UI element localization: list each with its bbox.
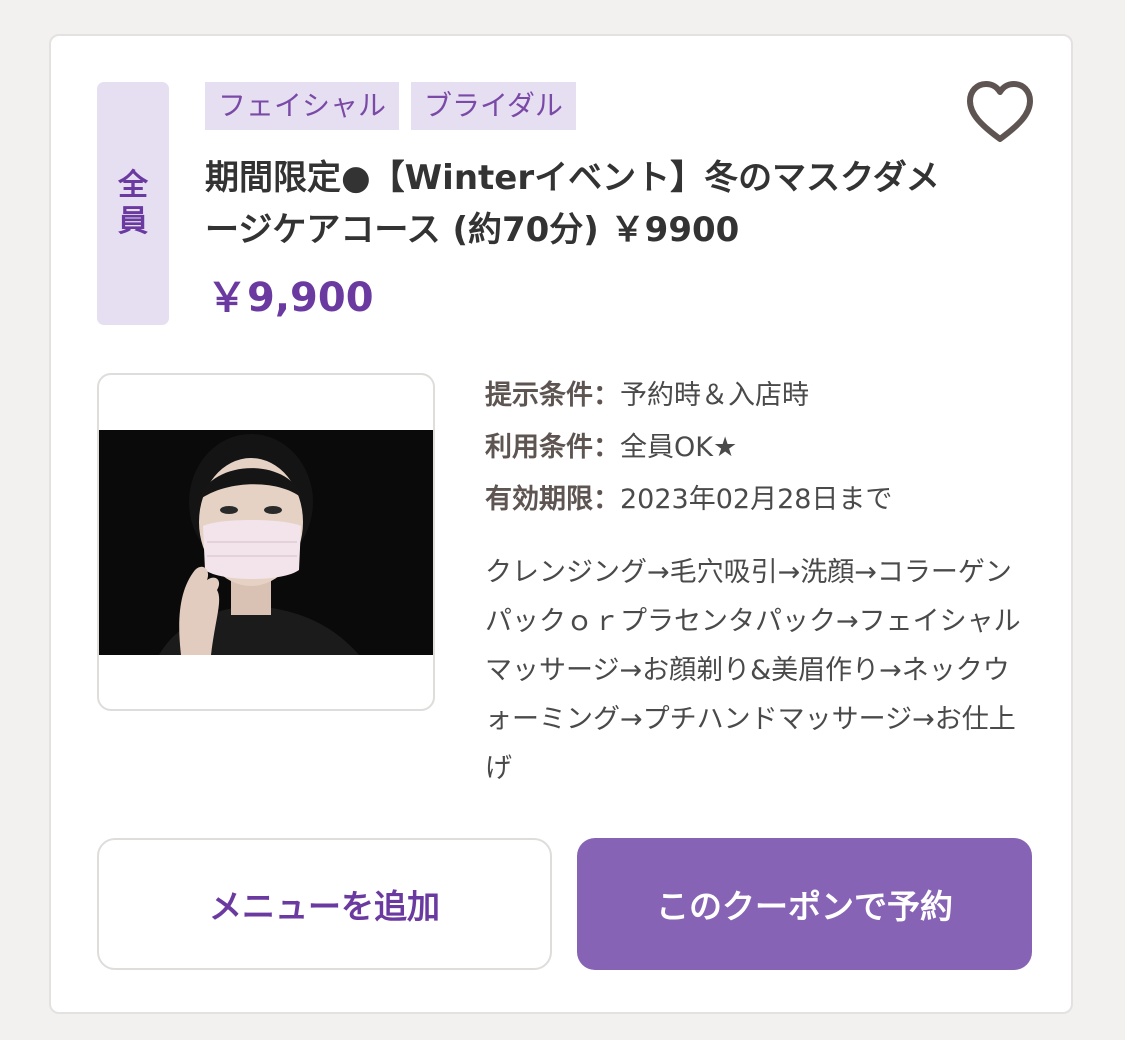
coupon-photo (97, 373, 435, 711)
condition-value: 全員OK★ (620, 432, 738, 463)
mask-model-image (99, 430, 433, 655)
tag-bridal: ブライダル (411, 82, 576, 130)
condition-row: 有効期限：2023年02月28日まで (485, 474, 892, 526)
coupon-card: 全 員 フェイシャル ブライダル 期間限定●【Winterイベント】冬のマスクダ… (49, 34, 1073, 1014)
coupon-conditions: 提示条件：予約時＆入店時 利用条件：全員OK★ 有効期限：2023年02月28日… (485, 370, 892, 526)
condition-label: 有効期限： (485, 484, 620, 515)
condition-value: 2023年02月28日まで (620, 484, 893, 515)
coupon-title: 期間限定●【Winterイベント】冬のマスクダメージケアコース (約70分) ￥… (205, 158, 940, 250)
target-badge-char: 員 (118, 203, 148, 239)
condition-label: 利用条件： (485, 432, 620, 463)
coupon-description: クレンジング→毛穴吸引→洗顔→コラーゲンパックｏｒプラセンタパック→フェイシャル… (485, 557, 1021, 784)
category-tags: フェイシャル ブライダル (205, 82, 576, 130)
coupon-price: ￥9,900 (207, 275, 374, 321)
favorite-button[interactable] (965, 78, 1035, 148)
heart-outline-icon (967, 81, 1033, 142)
condition-row: 提示条件：予約時＆入店時 (485, 370, 892, 422)
condition-row: 利用条件：全員OK★ (485, 422, 892, 474)
target-badge: 全 員 (97, 82, 169, 325)
add-menu-button[interactable]: メニューを追加 (97, 838, 552, 970)
target-badge-char: 全 (118, 167, 148, 203)
condition-value: 予約時＆入店時 (620, 380, 809, 411)
tag-facial: フェイシャル (205, 82, 400, 130)
condition-label: 提示条件： (485, 380, 620, 411)
reserve-with-coupon-button[interactable]: このクーポンで予約 (577, 838, 1032, 970)
